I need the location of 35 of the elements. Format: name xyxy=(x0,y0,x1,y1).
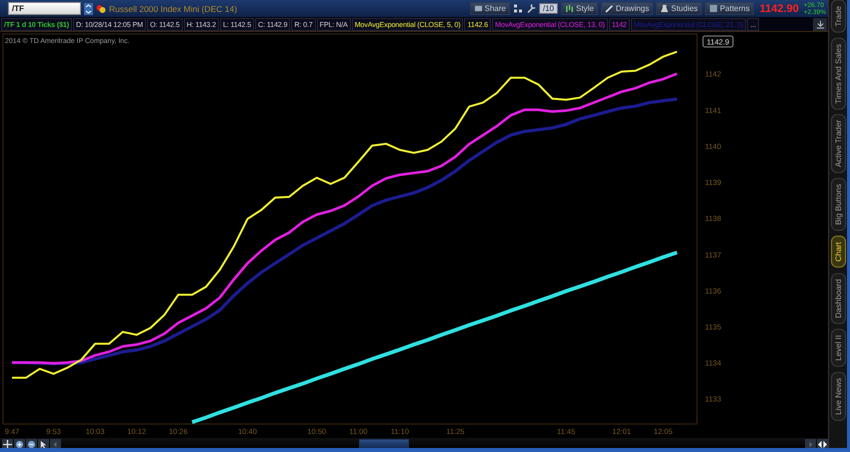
grid-icon[interactable] xyxy=(512,3,523,14)
crosshair-icon[interactable] xyxy=(2,438,13,448)
side-tab[interactable]: Big Buttons xyxy=(830,178,846,232)
drawings-button[interactable]: Drawings xyxy=(600,2,654,15)
interval-field[interactable]: /10 xyxy=(538,3,558,14)
dropdown-icon[interactable] xyxy=(84,2,93,14)
scroll-left-icon[interactable] xyxy=(50,438,61,448)
scrollbar-thumb[interactable] xyxy=(359,439,409,448)
instrument-description: Russell 2000 Index Mini (DEC 14) xyxy=(109,4,238,14)
share-button[interactable]: Share xyxy=(470,2,510,15)
studies-button[interactable]: Studies xyxy=(656,2,702,15)
side-tab[interactable]: Active Trader xyxy=(830,114,846,174)
style-button[interactable]: Style xyxy=(560,2,598,15)
zoom-out-icon[interactable] xyxy=(26,438,37,448)
expand-icon[interactable] xyxy=(813,18,827,30)
flask-icon xyxy=(660,4,670,13)
side-tab[interactable]: Level II xyxy=(830,329,846,367)
share-icon xyxy=(474,4,482,13)
side-tab[interactable]: Live News xyxy=(830,372,846,421)
side-tab[interactable]: Times And Sales xyxy=(830,38,846,110)
link-icon[interactable] xyxy=(96,4,106,14)
scroll-right-icon[interactable] xyxy=(805,438,816,448)
fit-icon[interactable] xyxy=(817,438,828,448)
bars-icon xyxy=(564,4,574,13)
symbol-field[interactable]: /TF xyxy=(8,2,81,15)
wrench-icon[interactable] xyxy=(526,3,536,14)
side-tab[interactable]: Dashboard xyxy=(830,272,846,324)
pencil-icon xyxy=(604,4,614,13)
side-tab[interactable]: Trade xyxy=(830,0,846,33)
pointer-icon[interactable] xyxy=(38,438,49,448)
pattern-icon xyxy=(708,4,718,13)
last-price: 1142.90 xyxy=(760,2,799,14)
patterns-button[interactable]: Patterns xyxy=(704,2,754,15)
zoom-in-icon[interactable] xyxy=(14,438,25,448)
side-tab[interactable]: Chart xyxy=(830,236,846,268)
